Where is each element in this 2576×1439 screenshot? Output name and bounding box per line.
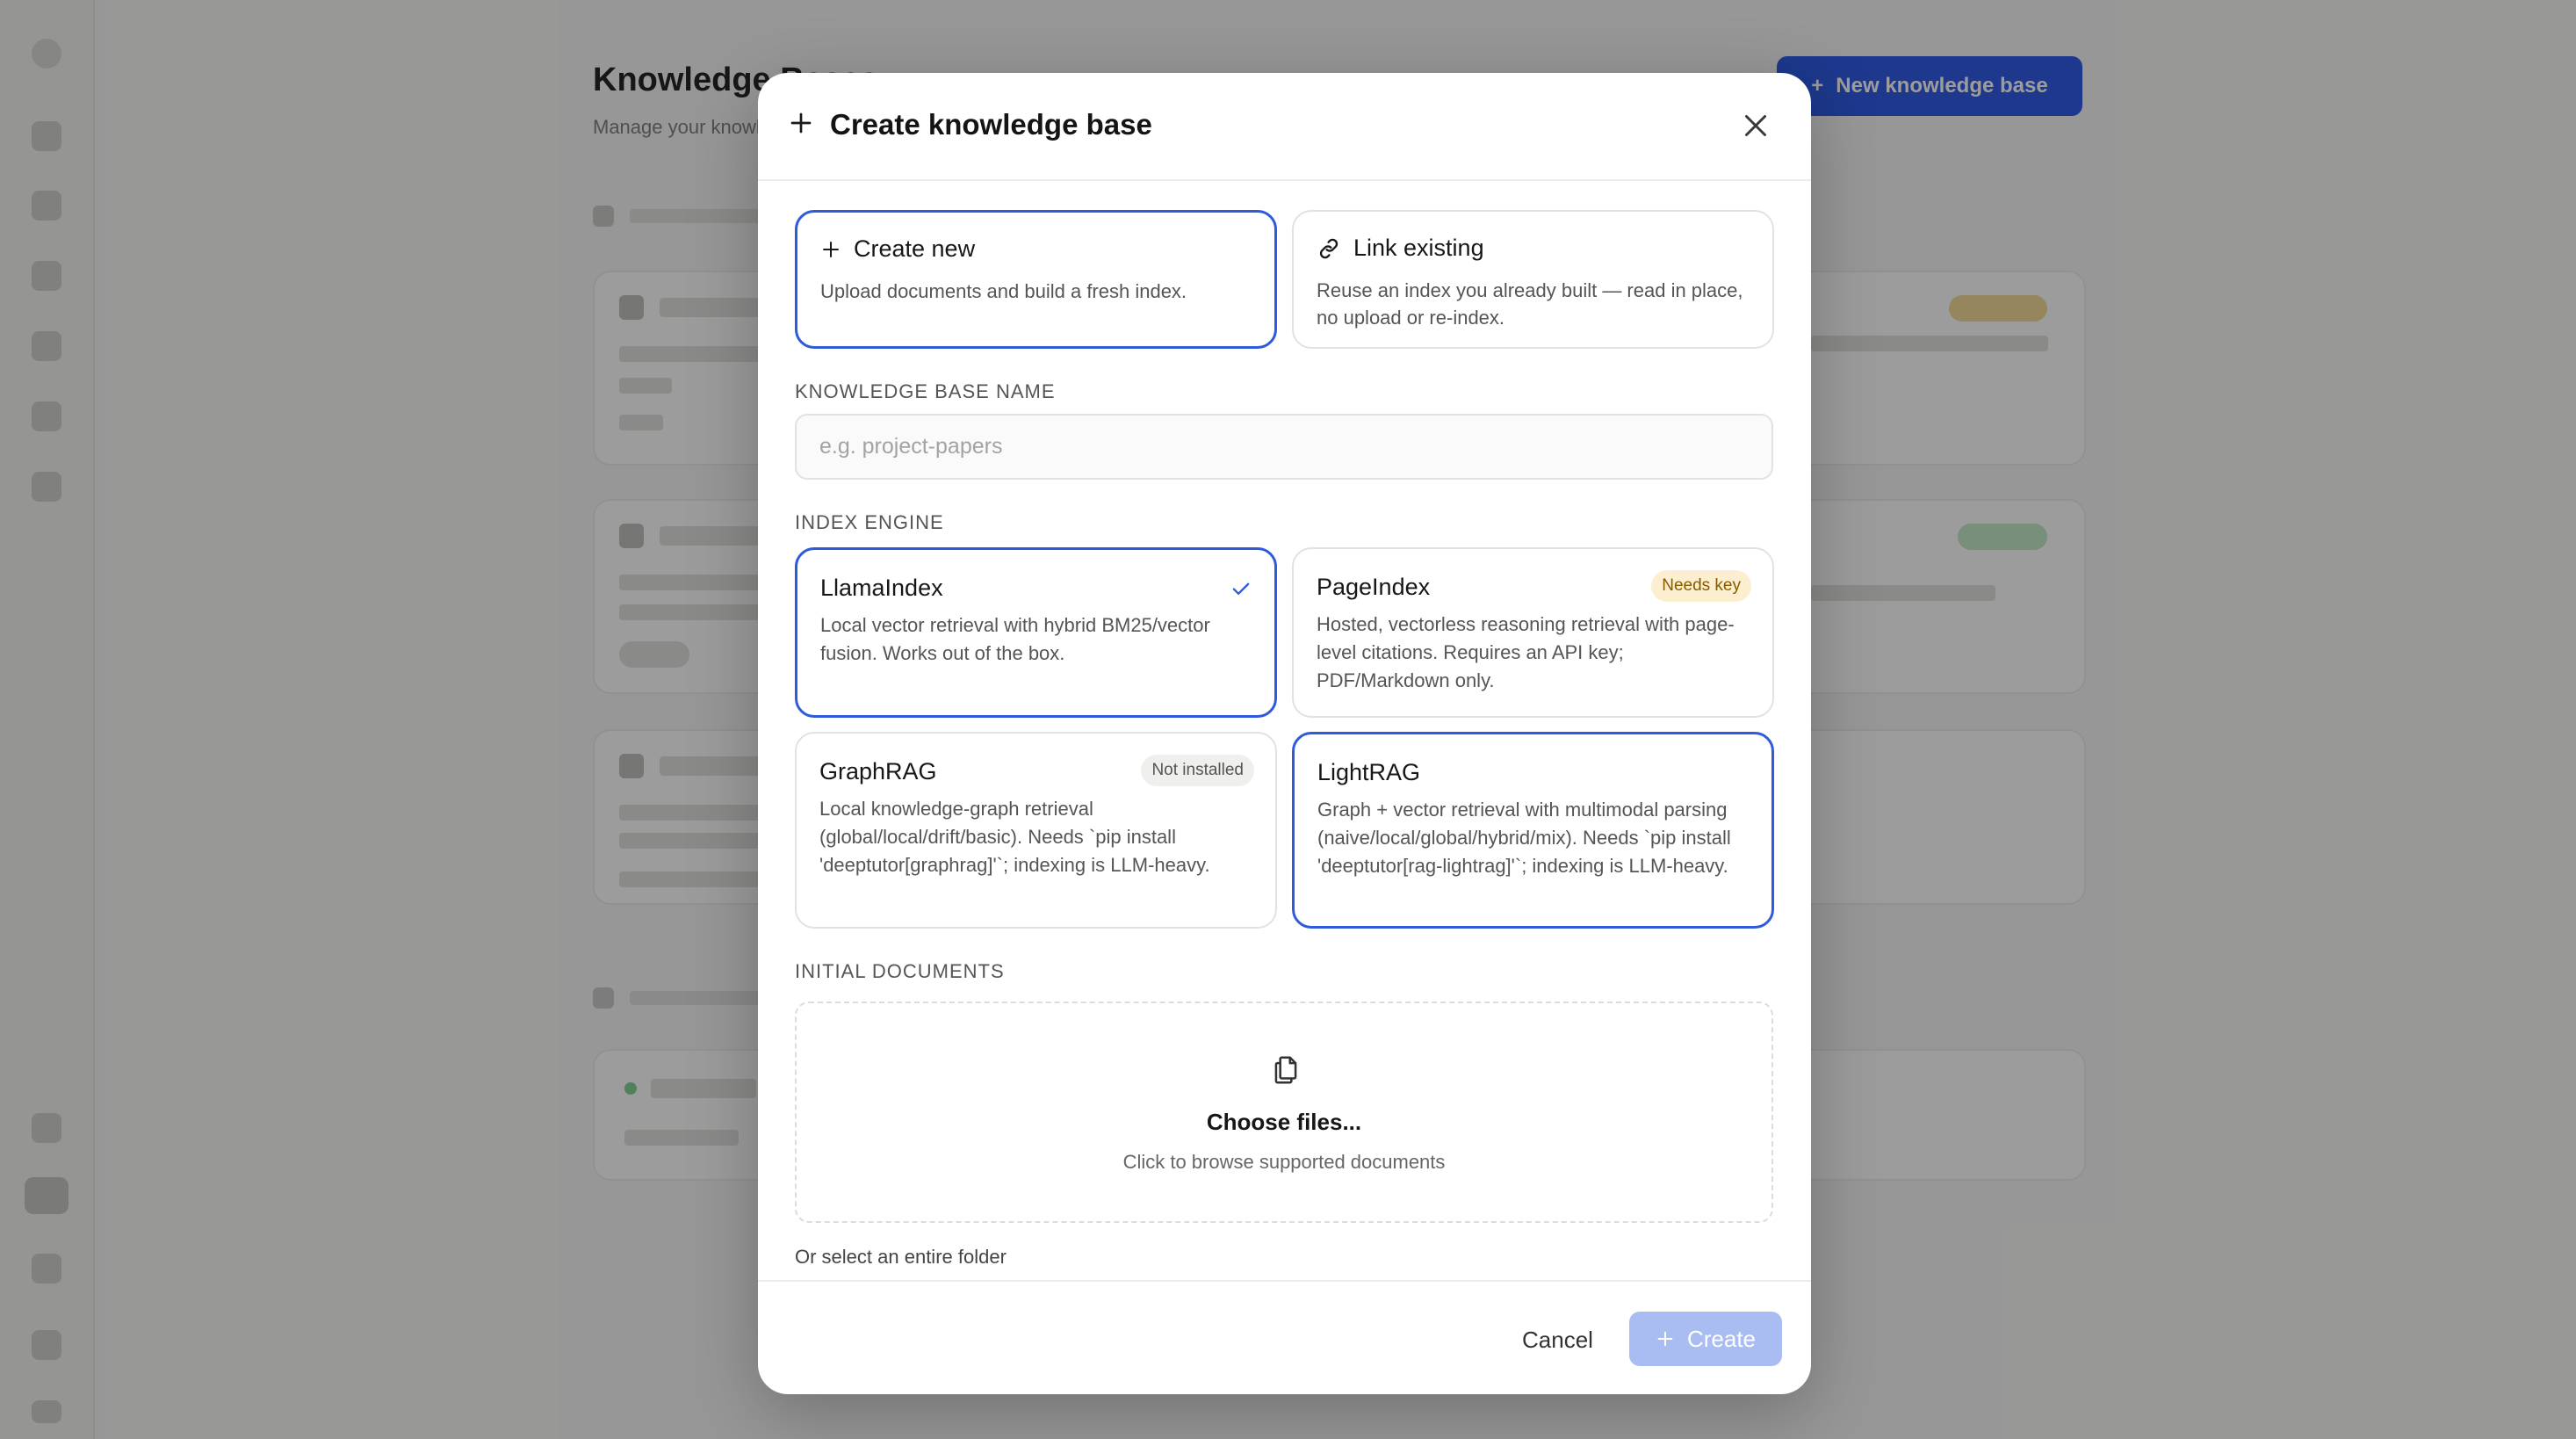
plus-icon xyxy=(823,241,839,257)
needs-key-badge: Needs key xyxy=(1651,570,1751,602)
files-icon xyxy=(1274,1056,1297,1084)
mode-description: Reuse an index you already built — read … xyxy=(1317,279,1743,329)
engine-option-llamaindex[interactable]: LlamaIndex Local vector retrieval with h… xyxy=(795,547,1277,718)
mode-label: Create new xyxy=(854,235,976,262)
knowledge-base-name-input[interactable] xyxy=(795,414,1773,480)
create-button-label: Create xyxy=(1686,1325,1757,1352)
engine-option-graphrag[interactable]: GraphRAG Not installed Local knowledge-g… xyxy=(795,732,1277,929)
initial-documents-label: INITIAL DOCUMENTS xyxy=(795,960,1005,982)
engine-name: LightRAG xyxy=(1317,759,1421,785)
plus-icon xyxy=(790,112,812,134)
mode-link-existing[interactable]: Link existing Reuse an index you already… xyxy=(1292,210,1774,349)
check-icon xyxy=(1232,582,1250,595)
engine-description: Local knowledge-graph retrieval (global/… xyxy=(819,798,1210,876)
close-icon[interactable] xyxy=(1740,110,1771,141)
engine-option-lightrag[interactable]: LightRAG Graph + vector retrieval with m… xyxy=(1292,732,1774,929)
dialog-footer: Cancel Create xyxy=(758,1280,1811,1394)
link-icon xyxy=(1319,238,1339,258)
dropzone-hint: Click to browse supported documents xyxy=(1122,1151,1446,1173)
engine-name: PageIndex xyxy=(1317,574,1431,600)
create-button[interactable]: Create xyxy=(1629,1312,1782,1366)
engine-description: Hosted, vectorless reasoning retrieval w… xyxy=(1317,613,1735,691)
dialog-header: Create knowledge base xyxy=(758,73,1811,181)
mode-label: Link existing xyxy=(1353,235,1484,261)
not-installed-badge: Not installed xyxy=(1141,755,1254,786)
engine-description: Local vector retrieval with hybrid BM25/… xyxy=(820,614,1210,664)
index-engine-label: INDEX ENGINE xyxy=(795,511,944,533)
engine-name: LlamaIndex xyxy=(820,575,943,601)
mode-description: Upload documents and build a fresh index… xyxy=(820,280,1187,302)
plus-icon xyxy=(1657,1331,1673,1347)
choose-files-label: Choose files... xyxy=(1206,1109,1362,1135)
name-field-label: KNOWLEDGE BASE NAME xyxy=(795,380,1056,402)
engine-option-pageindex[interactable]: PageIndex Needs key Hosted, vectorless r… xyxy=(1292,547,1774,718)
cancel-button[interactable]: Cancel xyxy=(1512,1317,1604,1363)
dialog-title: Create knowledge base xyxy=(830,108,1152,141)
engine-name: GraphRAG xyxy=(819,758,937,785)
create-knowledge-base-dialog: Create knowledge base Create new Upload … xyxy=(758,73,1811,1394)
select-folder-link[interactable]: Or select an entire folder xyxy=(795,1246,1007,1269)
file-dropzone[interactable]: Choose files... Click to browse supporte… xyxy=(795,1002,1773,1223)
mode-create-new[interactable]: Create new Upload documents and build a … xyxy=(795,210,1277,349)
engine-description: Graph + vector retrieval with multimodal… xyxy=(1317,799,1731,877)
